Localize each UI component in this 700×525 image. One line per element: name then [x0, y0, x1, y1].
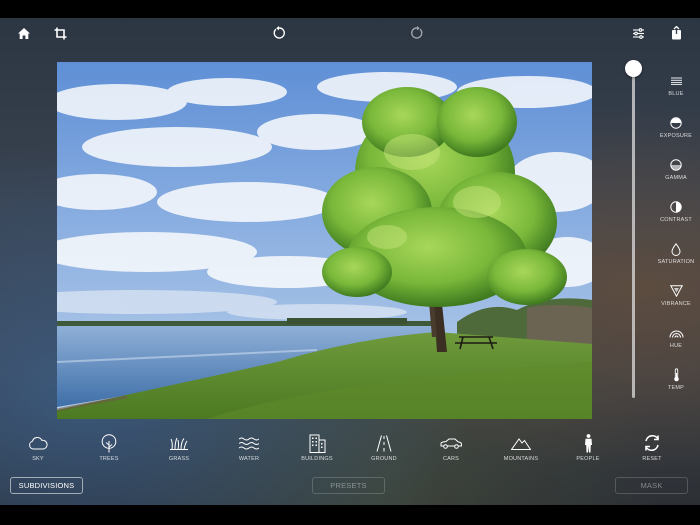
- buildings-icon: [287, 432, 347, 454]
- adjustment-slider-thumb[interactable]: [625, 59, 642, 77]
- category-buildings[interactable]: BUILDINGS: [287, 432, 347, 468]
- grass-icon: [149, 432, 209, 454]
- cloud-icon: [8, 432, 68, 454]
- temp-icon: [652, 366, 700, 384]
- adjustment-gamma[interactable]: GAMMA: [652, 156, 700, 190]
- bottom-bezel: [0, 505, 700, 525]
- redo-icon[interactable]: [407, 23, 427, 43]
- mountain-icon: [491, 432, 551, 454]
- adjustment-temp[interactable]: TEMP: [652, 366, 700, 400]
- category-reset[interactable]: RESET: [622, 432, 682, 468]
- adjustment-label: TEMP: [667, 385, 685, 391]
- water-icon: [219, 432, 279, 454]
- presets-button[interactable]: PRESETS: [312, 477, 385, 494]
- adjustment-saturation[interactable]: SATURATION: [652, 240, 700, 274]
- category-label: GRASS: [168, 456, 190, 462]
- hue-icon: [652, 324, 700, 342]
- category-label: BUILDINGS: [301, 456, 333, 462]
- category-label: TREES: [99, 456, 119, 462]
- adjustment-label: GAMMA: [665, 175, 687, 181]
- adjustment-label: CONTRAST: [660, 217, 692, 223]
- category-ground[interactable]: GROUND: [354, 432, 414, 468]
- status-bar: [0, 0, 700, 18]
- category-label: WATER: [238, 456, 260, 462]
- mask-button[interactable]: MASK: [615, 477, 688, 494]
- category-label: CARS: [442, 456, 460, 462]
- category-cars[interactable]: CARS: [421, 432, 481, 468]
- settings-sliders-icon[interactable]: [628, 23, 648, 43]
- share-icon[interactable]: [666, 23, 686, 43]
- category-label: PEOPLE: [576, 456, 600, 462]
- category-label: SKY: [32, 456, 44, 462]
- adjustment-contrast[interactable]: CONTRAST: [652, 198, 700, 232]
- blue-icon: [652, 72, 700, 90]
- adjustment-hue[interactable]: HUE: [652, 324, 700, 358]
- adjustment-vibrance[interactable]: VIBRANCE: [652, 282, 700, 316]
- home-icon[interactable]: [14, 23, 34, 43]
- adjustment-label: HUE: [669, 343, 683, 349]
- app-window: BLUE EXPOSURE GAMMA CONTRAST SATURATION …: [0, 0, 700, 525]
- crop-icon[interactable]: [50, 23, 70, 43]
- adjustment-label: VIBRANCE: [661, 301, 691, 307]
- photo-canvas[interactable]: [57, 62, 592, 419]
- reset-icon: [622, 432, 682, 454]
- category-sky[interactable]: SKY: [8, 432, 68, 468]
- car-icon: [421, 432, 481, 454]
- category-grass[interactable]: GRASS: [149, 432, 209, 468]
- category-label: GROUND: [371, 456, 397, 462]
- adjustment-blue[interactable]: BLUE: [652, 72, 700, 106]
- tree-icon: [79, 432, 139, 454]
- adjustment-label: EXPOSURE: [659, 133, 693, 139]
- vibrance-icon: [652, 282, 700, 300]
- category-water[interactable]: WATER: [219, 432, 279, 468]
- saturation-icon: [652, 240, 700, 258]
- road-icon: [354, 432, 414, 454]
- contrast-icon: [652, 198, 700, 216]
- undo-icon[interactable]: [269, 23, 289, 43]
- gamma-icon: [652, 156, 700, 174]
- adjustment-label: SATURATION: [657, 259, 695, 265]
- exposure-icon: [652, 114, 700, 132]
- adjustment-exposure[interactable]: EXPOSURE: [652, 114, 700, 148]
- category-label: MOUNTAINS: [503, 456, 539, 462]
- subdivisions-button[interactable]: SUBDIVISIONS: [10, 477, 83, 494]
- adjustment-slider-track[interactable]: [632, 68, 635, 398]
- adjustment-label: BLUE: [668, 91, 684, 97]
- person-icon: [558, 432, 618, 454]
- category-label: RESET: [642, 456, 662, 462]
- category-mountains[interactable]: MOUNTAINS: [491, 432, 551, 468]
- category-people[interactable]: PEOPLE: [558, 432, 618, 468]
- category-trees[interactable]: TREES: [79, 432, 139, 468]
- top-toolbar: [0, 18, 700, 48]
